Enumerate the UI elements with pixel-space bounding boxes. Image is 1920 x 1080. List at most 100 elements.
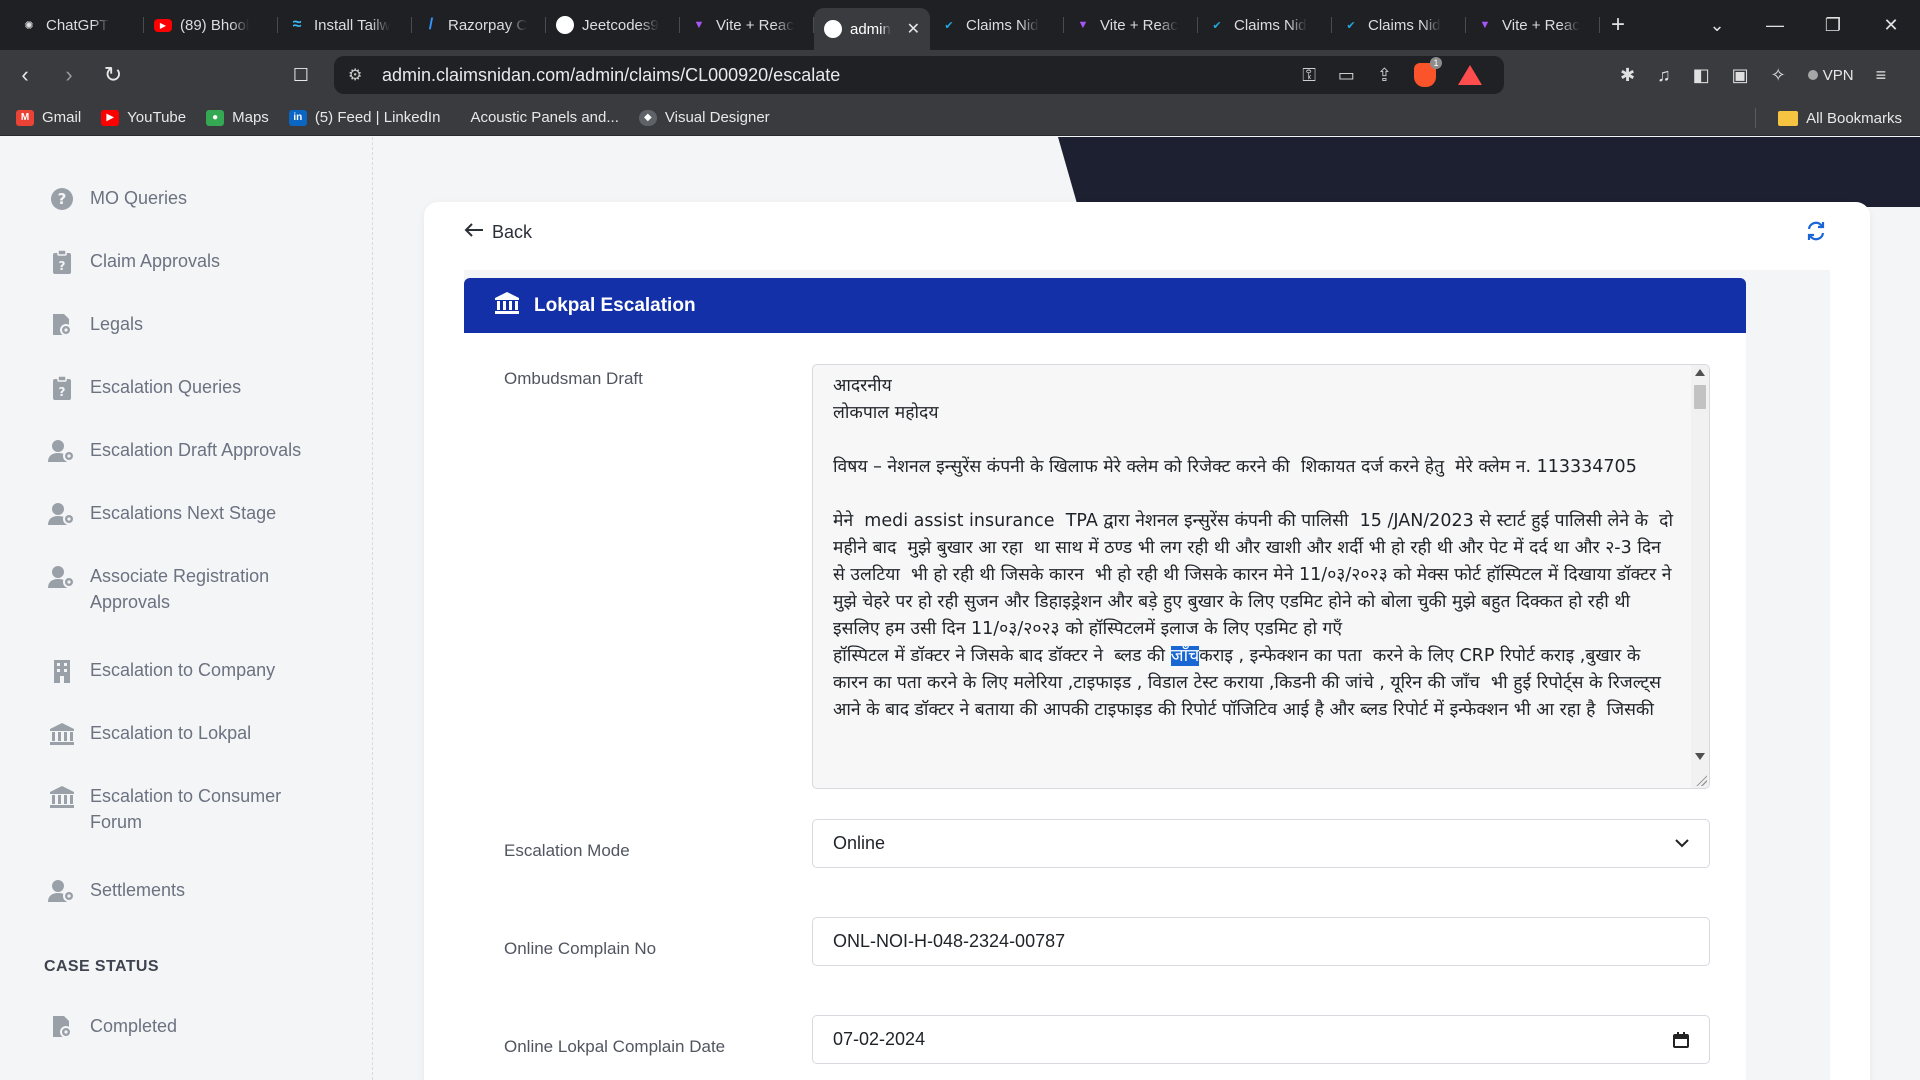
brave-rewards-icon[interactable] xyxy=(1458,65,1482,85)
admin-icon xyxy=(824,20,842,38)
calendar-icon[interactable] xyxy=(1673,1031,1689,1048)
vite-icon: ▼ xyxy=(1479,19,1491,31)
file-gear-icon xyxy=(48,1013,76,1041)
back-nav-button[interactable]: ‹ xyxy=(6,56,44,94)
vpn-button[interactable]: VPN xyxy=(1807,66,1854,84)
complain-no-input[interactable]: ONL-NOI-H-048-2324-00787 xyxy=(812,917,1710,966)
refresh-icon[interactable] xyxy=(1806,220,1826,247)
back-label: Back xyxy=(492,222,533,242)
forward-nav-button[interactable]: › xyxy=(50,56,88,94)
sidebar-item-label: Escalation to Consumer Forum xyxy=(90,786,282,832)
bookmarks-bar: M Gmail ▶ YouTube ● Maps in (5) Feed | LinkedIn… xyxy=(0,100,1920,136)
browser-tab-bar: ✺ ChatGPT ▶ (89) Bhool ≈ Install Tailw / Razorp… xyxy=(0,0,1920,50)
sidebar-item-settlements[interactable]: Settlements xyxy=(48,877,330,905)
extensions-icon[interactable]: ✱ xyxy=(1620,65,1635,86)
sidebar-icon[interactable]: ◧ xyxy=(1693,65,1710,86)
sidebar-item-escalation-draft-approvals[interactable]: Escalation Draft Approvals xyxy=(48,437,330,465)
browser-tab[interactable]: ≈ Install Tailw xyxy=(278,7,412,43)
user-gear-icon xyxy=(48,500,76,528)
vpn-label: VPN xyxy=(1822,66,1854,84)
bookmark-page-icon[interactable]: ☐ xyxy=(282,56,320,94)
browser-tab[interactable]: ▼ Vite + Reac xyxy=(1466,7,1600,43)
browser-tab[interactable]: ✺ ChatGPT xyxy=(10,7,144,43)
close-tab-icon[interactable]: ✕ xyxy=(907,19,920,39)
bookmark-item[interactable]: ▶ YouTube xyxy=(101,109,186,126)
ombudsman-draft-textarea[interactable]: आदरनीय लोकपाल महोदय विषय – नेशनल इन्सुरे… xyxy=(812,364,1710,789)
scroll-down-icon[interactable] xyxy=(1695,753,1705,760)
all-bookmarks-button[interactable]: All Bookmarks xyxy=(1755,100,1902,136)
bookmark-favicon-icon: M xyxy=(16,109,34,126)
complain-date-input[interactable]: 07-02-2024 xyxy=(812,1015,1710,1064)
media-icon[interactable]: ♫ xyxy=(1657,65,1671,86)
bookmark-list: M Gmail ▶ YouTube ● Maps in (5) Feed | LinkedIn… xyxy=(0,109,774,126)
complain-no-label: Online Complain No xyxy=(504,939,657,958)
sidebar-item-escalation-to-lokpal[interactable]: Escalation to Lokpal xyxy=(48,720,330,748)
browser-tab[interactable]: admin ✕ xyxy=(814,8,930,50)
svg-text:?: ? xyxy=(59,259,66,273)
sidebar-item-label: Escalation Draft Approvals xyxy=(90,440,302,460)
new-tab-button[interactable]: + xyxy=(1600,11,1636,39)
browser-tab[interactable]: ✔ Claims Nid xyxy=(930,7,1064,43)
bookmark-favicon-icon: ◆ xyxy=(638,109,657,126)
key-icon[interactable]: ⚿ xyxy=(1302,65,1316,86)
menu-icon[interactable]: ≡ xyxy=(1876,65,1887,86)
bookmark-item[interactable]: ● Maps xyxy=(206,109,269,126)
browser-tab[interactable]: ✔ Claims Nid xyxy=(1198,7,1332,43)
textarea-scrollbar[interactable] xyxy=(1691,365,1709,788)
user-gear-icon xyxy=(48,877,76,905)
brave-shields-icon[interactable] xyxy=(1414,57,1442,87)
leo-ai-icon[interactable]: ✧ xyxy=(1771,65,1786,86)
tab-strip: ✺ ChatGPT ▶ (89) Bhool ≈ Install Tailw / Razorp… xyxy=(0,0,1600,50)
page-content: ? MO Queries? Claim Approvals Legals? Escala… xyxy=(0,137,1920,1080)
sidebar-item-completed[interactable]: Completed xyxy=(48,1013,330,1041)
sidebar-item-escalations-next-stage[interactable]: Escalations Next Stage xyxy=(48,500,330,528)
browser-tab[interactable]: Jeetcodes9 xyxy=(546,7,680,43)
browser-tab[interactable]: ▶ (89) Bhool xyxy=(144,7,278,43)
clipboard-question-icon: ? xyxy=(48,374,76,402)
browser-tab[interactable]: / Razorpay C xyxy=(412,7,546,43)
back-button[interactable]: Back xyxy=(464,222,532,243)
tab-label: Jeetcodes9 xyxy=(582,16,659,34)
address-bar[interactable]: ⚙ admin.claimsnidan.com/admin/claims/CL0… xyxy=(334,56,1504,94)
bookmark-item[interactable]: in (5) Feed | LinkedIn xyxy=(288,109,440,126)
bank-icon xyxy=(48,783,76,811)
claims-icon: ✔ xyxy=(944,19,954,32)
cast-icon[interactable]: ▭ xyxy=(1338,65,1355,86)
minimize-button[interactable]: — xyxy=(1746,15,1804,36)
site-settings-icon[interactable]: ⚙ xyxy=(348,65,370,85)
close-window-button[interactable]: ✕ xyxy=(1862,15,1920,36)
sidebar-item-escalation-to-consumer-forum[interactable]: Escalation to Consumer Forum xyxy=(48,783,330,835)
wallet-icon[interactable]: ▣ xyxy=(1732,65,1749,86)
sidebar-item-associate-registration-approvals[interactable]: Associate Registration Approvals xyxy=(48,563,330,615)
vpn-status-icon xyxy=(1807,70,1818,80)
scroll-thumb[interactable] xyxy=(1694,385,1706,409)
tab-label: Claims Nid xyxy=(1368,16,1441,34)
bookmark-item[interactable]: ◆ Visual Designer xyxy=(638,109,770,126)
user-gear-icon xyxy=(48,437,76,465)
browser-tab[interactable]: ▼ Vite + Reac xyxy=(680,7,814,43)
share-icon[interactable]: ⇪ xyxy=(1377,65,1392,86)
sidebar-item-escalation-queries[interactable]: ? Escalation Queries xyxy=(48,374,330,402)
resize-handle-icon[interactable] xyxy=(1695,774,1707,786)
bookmark-label: Visual Designer xyxy=(664,109,770,126)
bookmark-label: YouTube xyxy=(127,109,187,126)
sidebar-item-claim-approvals[interactable]: ? Claim Approvals xyxy=(48,248,330,276)
browser-tab[interactable]: ✔ Claims Nid xyxy=(1332,7,1466,43)
sidebar-item-legals[interactable]: Legals xyxy=(48,311,330,339)
bookmark-favicon-icon: ● xyxy=(206,109,225,126)
sidebar-item-escalation-to-company[interactable]: Escalation to Company xyxy=(48,657,330,685)
bookmark-item[interactable]: M Gmail xyxy=(16,109,81,126)
scroll-up-icon[interactable] xyxy=(1695,369,1705,376)
reload-button[interactable]: ↻ xyxy=(94,56,132,94)
bookmark-item[interactable]: Acoustic Panels and... xyxy=(470,109,618,126)
browser-tab[interactable]: ▼ Vite + Reac xyxy=(1064,7,1198,43)
escalation-mode-select[interactable]: Online xyxy=(812,819,1710,868)
sidebar-item-mo-queries[interactable]: ? MO Queries xyxy=(48,185,330,213)
tab-label: Vite + Reac xyxy=(716,16,794,34)
building-icon xyxy=(48,657,76,685)
tab-search-icon[interactable]: ⌄ xyxy=(1688,15,1746,36)
bookmark-label: Maps xyxy=(232,109,269,126)
restore-button[interactable]: ❐ xyxy=(1804,15,1862,36)
vite-icon: ▼ xyxy=(1077,19,1089,31)
lokpal-escalation-header: Lokpal Escalation xyxy=(464,278,1746,333)
